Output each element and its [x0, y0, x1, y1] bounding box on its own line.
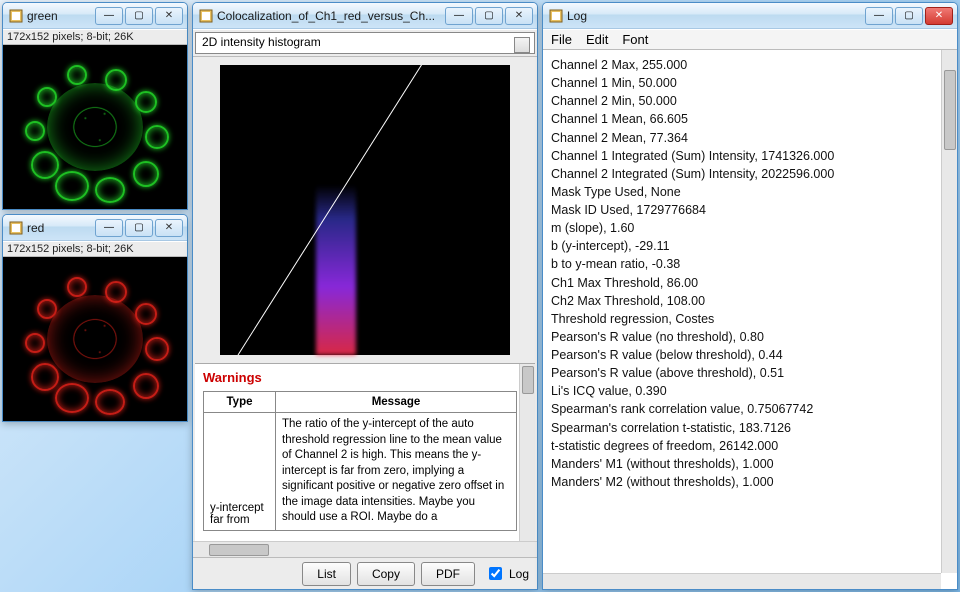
maximize-button[interactable]: ▢: [475, 7, 503, 25]
pdf-button[interactable]: PDF: [421, 562, 475, 586]
window-title: Colocalization_of_Ch1_red_versus_Ch...: [217, 9, 445, 23]
window-colocalization: Colocalization_of_Ch1_red_versus_Ch... —…: [192, 2, 538, 590]
cell-type: y-intercept far from: [204, 413, 276, 531]
menu-file[interactable]: File: [551, 32, 572, 47]
log-line: Channel 2 Mean, 77.364: [551, 129, 933, 147]
minimize-button[interactable]: —: [95, 7, 123, 25]
log-line: Pearson's R value (no threshold), 0.80: [551, 328, 933, 346]
maximize-button[interactable]: ▢: [125, 7, 153, 25]
log-line: Manders' M1 (without thresholds), 1.000: [551, 455, 933, 473]
log-line: Manders' M2 (without thresholds), 1.000: [551, 473, 933, 491]
log-line: Spearman's correlation t-statistic, 183.…: [551, 419, 933, 437]
log-line: b to y-mean ratio, -0.38: [551, 255, 933, 273]
cell-message: The ratio of the y-intercept of the auto…: [276, 413, 517, 531]
log-line: Channel 1 Mean, 66.605: [551, 110, 933, 128]
intensity-histogram[interactable]: [220, 65, 510, 355]
copy-button[interactable]: Copy: [357, 562, 415, 586]
log-line: Li's ICQ value, 0.390: [551, 382, 933, 400]
menu-edit[interactable]: Edit: [586, 32, 608, 47]
titlebar-coloc[interactable]: Colocalization_of_Ch1_red_versus_Ch... —…: [193, 3, 537, 29]
titlebar-log[interactable]: Log — ▢ ✕: [543, 3, 957, 29]
imagej-icon: [9, 221, 23, 235]
menu-font[interactable]: Font: [622, 32, 648, 47]
image-canvas-green[interactable]: [3, 45, 187, 209]
minimize-button[interactable]: —: [95, 219, 123, 237]
regression-line: [220, 65, 510, 355]
log-line: Channel 1 Integrated (Sum) Intensity, 17…: [551, 147, 933, 165]
log-line: Threshold regression, Costes: [551, 310, 933, 328]
titlebar-red[interactable]: red — ▢ ✕: [3, 215, 187, 241]
log-line: b (y-intercept), -29.11: [551, 237, 933, 255]
table-row: y-intercept far from The ratio of the y-…: [204, 413, 517, 531]
log-line: Channel 2 Integrated (Sum) Intensity, 20…: [551, 165, 933, 183]
titlebar-green[interactable]: green — ▢ ✕: [3, 3, 187, 29]
list-button[interactable]: List: [302, 562, 351, 586]
close-button[interactable]: ✕: [505, 7, 533, 25]
log-line: Ch1 Max Threshold, 86.00: [551, 274, 933, 292]
view-select[interactable]: 2D intensity histogram: [195, 32, 535, 54]
maximize-button[interactable]: ▢: [125, 219, 153, 237]
close-button[interactable]: ✕: [155, 219, 183, 237]
log-line: Spearman's rank correlation value, 0.750…: [551, 400, 933, 418]
warnings-table: Type Message y-intercept far from The ra…: [203, 391, 517, 531]
log-line: Mask ID Used, 1729776684: [551, 201, 933, 219]
log-line: Pearson's R value (above threshold), 0.5…: [551, 364, 933, 382]
log-line: m (slope), 1.60: [551, 219, 933, 237]
image-canvas-red[interactable]: [3, 257, 187, 421]
log-line: Channel 2 Max, 255.000: [551, 56, 933, 74]
vertical-scrollbar[interactable]: [941, 50, 957, 573]
cell-image-green: [15, 51, 175, 203]
close-button[interactable]: ✕: [925, 7, 953, 25]
horizontal-scrollbar[interactable]: [193, 541, 537, 557]
col-type: Type: [204, 392, 276, 413]
window-green: green — ▢ ✕ 172x152 pixels; 8-bit; 26K: [2, 2, 188, 210]
view-select-value: 2D intensity histogram: [202, 35, 321, 49]
maximize-button[interactable]: ▢: [895, 7, 923, 25]
cell-image-red: [15, 263, 175, 415]
imagej-icon: [9, 9, 23, 23]
horizontal-scrollbar[interactable]: [543, 573, 941, 589]
warnings-panel: Warnings Type Message y-intercept far fr…: [195, 363, 535, 541]
window-log: Log — ▢ ✕ File Edit Font Channel 2 Max, …: [542, 2, 958, 590]
log-line: Pearson's R value (below threshold), 0.4…: [551, 346, 933, 364]
table-header-row: Type Message: [204, 392, 517, 413]
image-info: 172x152 pixels; 8-bit; 26K: [3, 242, 187, 257]
window-title: red: [27, 221, 95, 235]
chevron-down-icon: [518, 42, 526, 47]
warnings-heading: Warnings: [203, 370, 517, 385]
col-message: Message: [276, 392, 517, 413]
window-red: red — ▢ ✕ 172x152 pixels; 8-bit; 26K: [2, 214, 188, 422]
window-title: Log: [567, 9, 865, 23]
menubar: File Edit Font: [543, 30, 957, 50]
button-bar: List Copy PDF Log: [193, 557, 537, 589]
log-checkbox-label[interactable]: Log: [485, 564, 529, 583]
minimize-button[interactable]: —: [865, 7, 893, 25]
close-button[interactable]: ✕: [155, 7, 183, 25]
log-line: Ch2 Max Threshold, 108.00: [551, 292, 933, 310]
vertical-scrollbar[interactable]: [519, 364, 535, 541]
log-line: t-statistic degrees of freedom, 26142.00…: [551, 437, 933, 455]
window-title: green: [27, 9, 95, 23]
log-checkbox-text: Log: [509, 567, 529, 581]
log-checkbox[interactable]: [489, 567, 502, 580]
imagej-icon: [199, 9, 213, 23]
log-line: Mask Type Used, None: [551, 183, 933, 201]
minimize-button[interactable]: —: [445, 7, 473, 25]
log-line: Channel 1 Min, 50.000: [551, 74, 933, 92]
log-text[interactable]: Channel 2 Max, 255.000Channel 1 Min, 50.…: [543, 50, 941, 573]
imagej-icon: [549, 9, 563, 23]
image-info: 172x152 pixels; 8-bit; 26K: [3, 30, 187, 45]
log-line: Channel 2 Min, 50.000: [551, 92, 933, 110]
